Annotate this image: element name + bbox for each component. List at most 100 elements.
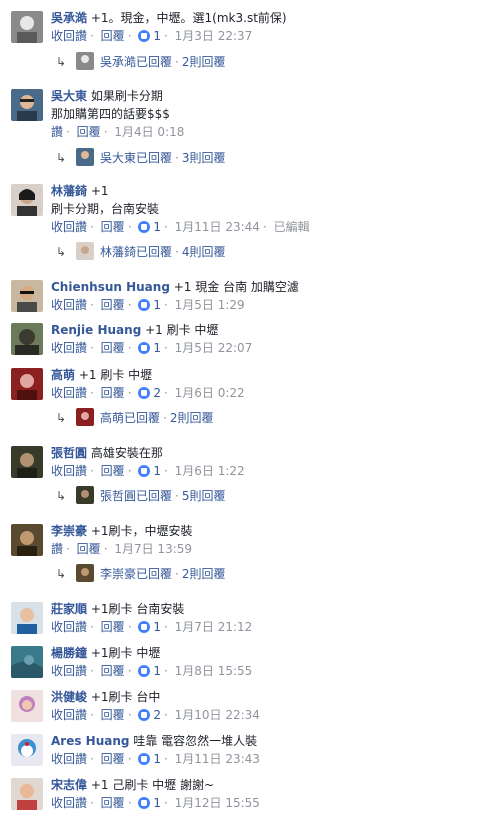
reply-button[interactable]: 回覆: [101, 664, 125, 678]
reply-author[interactable]: 吳承澔已回覆: [100, 55, 172, 69]
timestamp[interactable]: 1月7日 21:12: [175, 620, 253, 634]
comment-author[interactable]: 張哲圓: [51, 446, 87, 460]
like-button[interactable]: 收回讚: [51, 664, 87, 678]
like-button[interactable]: 收回讚: [51, 752, 87, 766]
like-count[interactable]: 1: [153, 752, 161, 766]
comment-author[interactable]: 高萌: [51, 368, 75, 382]
comment-author[interactable]: Renjie Huang: [51, 323, 141, 337]
replies-link[interactable]: ↳ 高萌已回覆 · 2則回覆: [56, 408, 213, 428]
like-button[interactable]: 收回讚: [51, 464, 87, 478]
reply-author[interactable]: 張哲圓已回覆: [100, 489, 172, 503]
avatar[interactable]: [11, 646, 43, 678]
like-button[interactable]: 讚: [51, 542, 63, 556]
like-button[interactable]: 收回讚: [51, 29, 87, 43]
comment-text: 如果刷卡分期: [90, 89, 163, 103]
timestamp[interactable]: 1月4日 0:18: [114, 125, 184, 139]
timestamp[interactable]: 1月12日 15:55: [175, 796, 260, 810]
reply-count[interactable]: 4則回覆: [182, 245, 226, 259]
like-count[interactable]: 2: [153, 386, 161, 400]
like-count[interactable]: 1: [153, 341, 161, 355]
reply-button[interactable]: 回覆: [101, 29, 125, 43]
comment-author[interactable]: Chienhsun Huang: [51, 280, 170, 294]
timestamp[interactable]: 1月3日 22:37: [175, 29, 253, 43]
like-count[interactable]: 1: [153, 220, 161, 234]
like-icon: [138, 30, 151, 42]
reply-count[interactable]: 2則回覆: [182, 55, 226, 69]
edited-label[interactable]: 已編輯: [274, 220, 310, 234]
reply-count[interactable]: 5則回覆: [182, 489, 226, 503]
reply-author[interactable]: 高萌已回覆: [100, 411, 160, 425]
reply-button[interactable]: 回覆: [101, 752, 125, 766]
replies-link[interactable]: ↳ 林藩錡已回覆 · 4則回覆: [56, 242, 225, 262]
reply-count[interactable]: 2則回覆: [182, 567, 226, 581]
replies-link[interactable]: ↳ 李崇豪已回覆 · 2則回覆: [56, 564, 225, 584]
reply-button[interactable]: 回覆: [101, 298, 125, 312]
like-button[interactable]: 讚: [51, 125, 63, 139]
like-button[interactable]: 收回讚: [51, 298, 87, 312]
reply-arrow-icon: ↳: [56, 151, 67, 165]
reply-count[interactable]: 2則回覆: [170, 411, 214, 425]
reply-button[interactable]: 回覆: [101, 796, 125, 810]
reply-author[interactable]: 李崇豪已回覆: [100, 567, 172, 581]
like-button[interactable]: 收回讚: [51, 708, 87, 722]
like-button[interactable]: 收回讚: [51, 796, 87, 810]
avatar[interactable]: [11, 778, 43, 810]
timestamp[interactable]: 1月8日 15:55: [175, 664, 253, 678]
comment-author[interactable]: Ares Huang: [51, 734, 129, 748]
avatar[interactable]: [11, 323, 43, 355]
comment-author[interactable]: 莊家順: [51, 602, 87, 616]
like-count[interactable]: 1: [153, 620, 161, 634]
comment-author[interactable]: 李崇豪: [51, 524, 87, 538]
like-count[interactable]: 1: [153, 29, 161, 43]
like-icon: [138, 465, 151, 477]
comment-author[interactable]: 楊勝鐘: [51, 646, 87, 660]
reply-button[interactable]: 回覆: [77, 542, 101, 556]
avatar[interactable]: [11, 11, 43, 43]
reply-button[interactable]: 回覆: [101, 220, 125, 234]
replies-link[interactable]: ↳ 吳大東已回覆 · 3則回覆: [56, 148, 225, 168]
avatar[interactable]: [11, 368, 43, 400]
avatar[interactable]: [11, 446, 43, 478]
like-count[interactable]: 1: [153, 796, 161, 810]
reply-button[interactable]: 回覆: [101, 620, 125, 634]
comment-author[interactable]: 洪健峻: [51, 690, 87, 704]
avatar[interactable]: [11, 524, 43, 556]
like-button[interactable]: 收回讚: [51, 386, 87, 400]
like-count[interactable]: 2: [153, 708, 161, 722]
timestamp[interactable]: 1月10日 22:34: [175, 708, 260, 722]
reply-count[interactable]: 3則回覆: [182, 151, 226, 165]
comment-author[interactable]: 吳大東: [51, 89, 87, 103]
avatar[interactable]: [11, 734, 43, 766]
like-icon: [138, 753, 151, 765]
avatar[interactable]: [11, 89, 43, 121]
like-button[interactable]: 收回讚: [51, 220, 87, 234]
avatar[interactable]: [11, 184, 43, 216]
like-button[interactable]: 收回讚: [51, 620, 87, 634]
timestamp[interactable]: 1月11日 23:43: [175, 752, 260, 766]
timestamp[interactable]: 1月5日 22:07: [175, 341, 253, 355]
like-count[interactable]: 1: [153, 664, 161, 678]
reply-button[interactable]: 回覆: [101, 708, 125, 722]
avatar[interactable]: [11, 690, 43, 722]
comment-author[interactable]: 吳承澔: [51, 11, 87, 25]
reply-author[interactable]: 吳大東已回覆: [100, 151, 172, 165]
comment-author[interactable]: 宋志偉: [51, 778, 87, 792]
like-count[interactable]: 1: [153, 298, 161, 312]
timestamp[interactable]: 1月6日 0:22: [175, 386, 245, 400]
timestamp[interactable]: 1月11日 23:44: [175, 220, 260, 234]
timestamp[interactable]: 1月6日 1:22: [175, 464, 245, 478]
like-button[interactable]: 收回讚: [51, 341, 87, 355]
replies-link[interactable]: ↳ 張哲圓已回覆 · 5則回覆: [56, 486, 225, 506]
reply-button[interactable]: 回覆: [101, 464, 125, 478]
reply-button[interactable]: 回覆: [77, 125, 101, 139]
avatar[interactable]: [11, 602, 43, 634]
timestamp[interactable]: 1月7日 13:59: [114, 542, 192, 556]
comment-author[interactable]: 林藩錡: [51, 184, 87, 198]
reply-author[interactable]: 林藩錡已回覆: [100, 245, 172, 259]
reply-button[interactable]: 回覆: [101, 386, 125, 400]
timestamp[interactable]: 1月5日 1:29: [175, 298, 245, 312]
like-count[interactable]: 1: [153, 464, 161, 478]
replies-link[interactable]: ↳ 吳承澔已回覆 · 2則回覆: [56, 52, 225, 72]
avatar[interactable]: [11, 280, 43, 312]
reply-button[interactable]: 回覆: [101, 341, 125, 355]
